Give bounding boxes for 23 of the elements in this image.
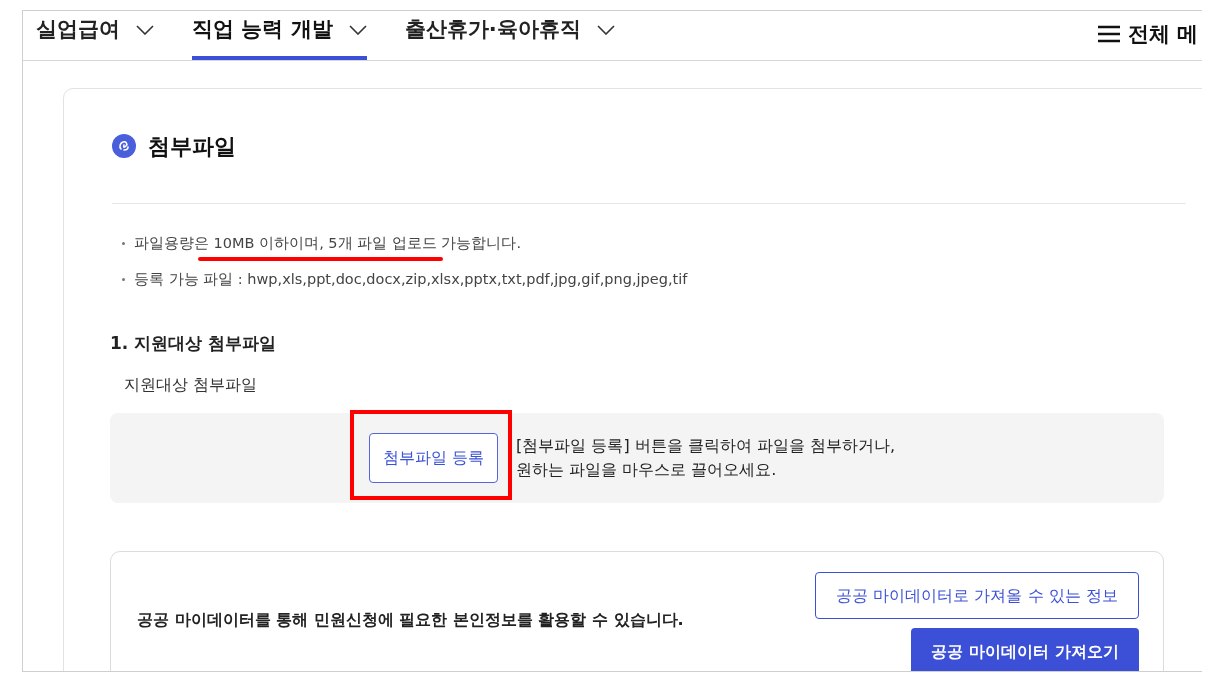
bullet-icon [122,242,125,246]
upload-drop-area[interactable]: 첨부파일 등록 [첨부파일 등록] 버튼을 클릭하여 파일을 첨부하거나, 원하는 파일을 마우스로 끌어오세요. [110,413,1164,503]
chevron-down-icon [596,25,615,35]
nav-tab[interactable]: 출산휴가·육아휴직 [404,11,615,60]
hint-text: [첨부파일 등록] 버튼을 클릭하여 파일을 첨부하거나, [516,435,896,457]
note-text: 파일용량은 10MB 이하이며, 5개 파일 업로드 가능합니다. [134,233,521,255]
all-menu-button[interactable]: 전체 메 [1097,18,1198,50]
mydata-fetch-button[interactable]: 공공 마이데이터 가져오기 [911,628,1139,671]
nav-tab[interactable]: 직업 능력 개발 [192,11,367,60]
chevron-down-icon [136,25,154,35]
link-icon [112,134,136,158]
note-text: 등록 가능 파일 : hwp,xls,ppt,doc,docx,zip,xlsx,pptx,txt,pdf,jpg,gif,png,jpeg,tif [134,269,688,289]
chevron-down-icon [348,25,367,35]
mydata-text: 공공 마이데이터를 통해 민원신청에 필요한 본인정보를 활용할 수 있습니다. [137,609,684,631]
section-title: 첨부파일 [148,132,236,161]
menu-icon [1097,25,1120,44]
attach-file-button[interactable]: 첨부파일 등록 [368,433,499,483]
mydata-info-button[interactable]: 공공 마이데이터로 가져올 수 있는 정보 [815,572,1139,619]
subheading: 1. 지원대상 첨부파일 [110,331,278,355]
hint-text: 원하는 파일을 마우스로 끌어오세요. [516,459,778,481]
field-label: 지원대상 첨부파일 [124,374,259,396]
bullet-icon [122,278,125,282]
nav-tab[interactable]: 실업급여 [36,11,154,60]
